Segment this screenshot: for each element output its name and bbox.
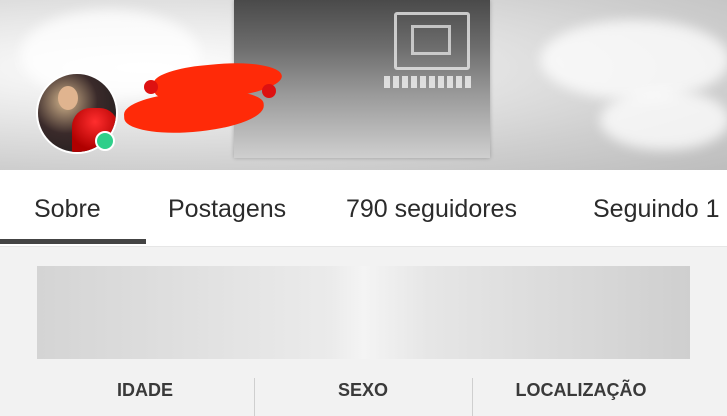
artwork-logo xyxy=(394,12,470,70)
banner-cloud xyxy=(540,20,727,100)
tab-seguindo[interactable]: Seguindo 1 xyxy=(593,170,720,246)
tab-sobre[interactable]: Sobre xyxy=(34,170,101,246)
banner-cloud xyxy=(600,90,727,150)
info-label-idade: IDADE xyxy=(116,380,173,400)
profile-info-row: IDADE SEXO LOCALIZAÇÃO xyxy=(0,370,727,416)
active-tab-indicator xyxy=(0,239,146,244)
rose-icon xyxy=(144,80,158,94)
avatar-face xyxy=(58,86,78,110)
rose-icon xyxy=(262,84,276,98)
profile-tabs: Sobre Postagens 790 seguidores Seguindo … xyxy=(0,170,727,247)
username-redacted xyxy=(123,57,292,140)
info-label-localizacao: LOCALIZAÇÃO xyxy=(515,380,647,400)
artwork-text-decoration xyxy=(384,76,474,88)
about-image-placeholder xyxy=(37,266,690,359)
tab-seguidores[interactable]: 790 seguidores xyxy=(346,170,517,246)
info-label-sexo: SEXO xyxy=(337,380,389,400)
redaction-mark xyxy=(123,88,265,136)
online-status-icon xyxy=(95,131,115,151)
tab-postagens[interactable]: Postagens xyxy=(168,170,286,246)
